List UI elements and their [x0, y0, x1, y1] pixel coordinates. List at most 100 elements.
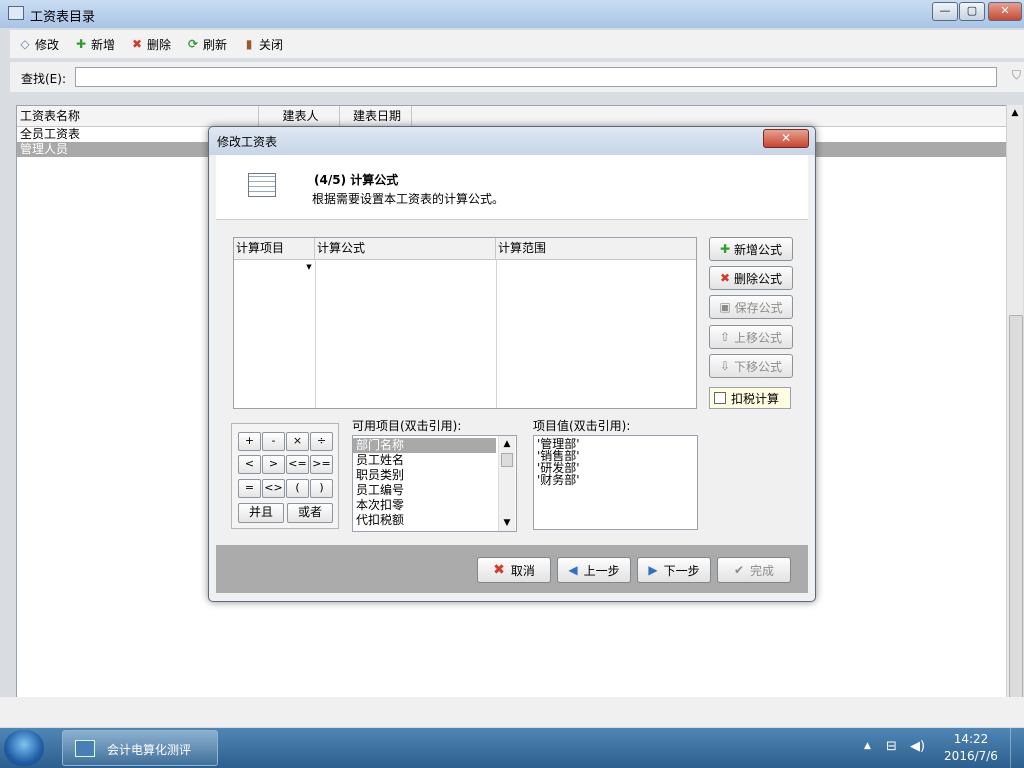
dropdown-arrow-icon[interactable]: ▼ [304, 261, 314, 273]
list-item[interactable]: 代扣税额 [353, 513, 496, 528]
cancel-icon: ✖ [493, 562, 505, 578]
checkbox-icon[interactable] [714, 392, 726, 404]
list-item[interactable]: 员工姓名 [353, 453, 496, 468]
column-header-date[interactable]: 建表日期 [340, 106, 412, 126]
delete-icon: ✖ [719, 271, 731, 285]
save-formula-label: 保存公式 [734, 300, 783, 315]
op-less-equal-button[interactable]: <= [286, 455, 309, 474]
dialog-close-button[interactable]: ✕ [763, 129, 809, 148]
cancel-button[interactable]: ✖ 取消 [477, 557, 551, 583]
taskbar: 会计电算化测评 ▲ ⊟ ◀) 14:22 2016/7/6 [0, 728, 1024, 768]
volume-icon[interactable]: ◀) [910, 739, 925, 754]
move-up-formula-button[interactable]: ⇧ 上移公式 [709, 325, 793, 349]
previous-step-button[interactable]: ◀ 上一步 [557, 557, 631, 583]
add-formula-label: 新增公式 [734, 242, 783, 257]
edit-salary-dialog: 修改工资表 ✕ (4/5) 计算公式 根据需要设置本工资表的计算公式。 计算项目… [208, 126, 816, 602]
refresh-label: 刷新 [203, 37, 228, 52]
arrow-down-icon: ⇩ [719, 359, 731, 373]
op-multiply-button[interactable]: × [286, 432, 309, 451]
op-equal-button[interactable]: = [238, 479, 261, 498]
vertical-scrollbar[interactable]: ▲ ▼ [1006, 105, 1023, 725]
available-items-list[interactable]: 部门名称 员工姓名 职员类别 员工编号 本次扣零 代扣税额 ▲ ▼ [352, 435, 517, 532]
close-button[interactable]: ▮ 关闭 [242, 35, 283, 53]
operator-pad: + - × ÷ < > <= >= = <> ( ) 并且 或者 [231, 423, 339, 529]
cancel-label: 取消 [510, 563, 535, 578]
column-header-formula[interactable]: 计算公式 [315, 238, 496, 259]
scroll-down-icon[interactable]: ▼ [499, 515, 515, 531]
op-close-paren-button[interactable]: ) [310, 479, 333, 498]
move-down-formula-button[interactable]: ⇩ 下移公式 [709, 354, 793, 378]
column-header-name[interactable]: 工资表名称 [17, 106, 259, 126]
formula-grid[interactable]: 计算项目 计算公式 计算范围 ▼ [233, 237, 697, 409]
op-less-button[interactable]: < [238, 455, 261, 474]
op-divide-button[interactable]: ÷ [310, 432, 333, 451]
delete-formula-button[interactable]: ✖ 删除公式 [709, 266, 793, 290]
op-greater-button[interactable]: > [262, 455, 285, 474]
clock-time[interactable]: 14:22 [944, 732, 998, 746]
tax-calc-label: 扣税计算 [731, 391, 780, 406]
start-button[interactable] [4, 730, 44, 766]
available-items-label: 可用项目(双击引用): [352, 419, 462, 433]
column-header-creator[interactable]: 建表人 [259, 106, 340, 126]
window-title: 工资表目录 [30, 10, 96, 25]
add-formula-button[interactable]: ✚ 新增公式 [709, 237, 793, 261]
edit-button[interactable]: ◇ 修改 [18, 35, 59, 53]
refresh-button[interactable]: ⟳ 刷新 [186, 35, 227, 53]
available-scrollbar[interactable]: ▲ ▼ [498, 436, 515, 531]
spreadsheet-edit-icon [248, 173, 276, 197]
toolbar: ◇ 修改 ✚ 新增 ✖ 删除 ⟳ 刷新 ▮ 关闭 [10, 30, 1024, 58]
monitor-icon [75, 740, 95, 757]
column-header-item[interactable]: 计算项目 [234, 238, 315, 259]
op-or-button[interactable]: 或者 [287, 503, 333, 523]
door-icon: ▮ [245, 37, 253, 51]
scroll-up-icon[interactable]: ▲ [1007, 105, 1023, 121]
column-header-range[interactable]: 计算范围 [496, 238, 696, 259]
filter-icon[interactable]: ⛉ [1012, 68, 1021, 83]
show-desktop-button[interactable] [1010, 728, 1024, 768]
arrow-left-icon: ◀ [568, 563, 578, 577]
list-item[interactable]: '财务部' [537, 474, 580, 486]
delete-button[interactable]: ✖ 删除 [130, 35, 171, 53]
maximize-button[interactable]: ▢ [959, 2, 985, 21]
search-input[interactable] [75, 67, 997, 87]
tax-calc-checkbox[interactable]: 扣税计算 [709, 387, 791, 409]
op-greater-equal-button[interactable]: >= [310, 455, 333, 474]
op-minus-button[interactable]: - [262, 432, 285, 451]
list-item-selected[interactable]: 部门名称 [353, 438, 496, 453]
scroll-thumb[interactable] [1009, 315, 1023, 707]
refresh-icon: ⟳ [187, 37, 199, 51]
app-icon [8, 6, 24, 20]
save-icon: ▣ [719, 300, 731, 314]
scroll-up-icon[interactable]: ▲ [499, 436, 515, 452]
previous-step-label: 上一步 [583, 563, 620, 578]
dialog-header: (4/5) 计算公式 根据需要设置本工资表的计算公式。 [216, 155, 808, 220]
list-item[interactable]: 本次扣零 [353, 498, 496, 513]
step-description: 根据需要设置本工资表的计算公式。 [312, 192, 505, 206]
list-item-name: 管理人员 [20, 142, 69, 156]
search-label: 查找(E): [21, 72, 66, 86]
formula-cell[interactable] [315, 259, 497, 408]
op-plus-button[interactable]: + [238, 432, 261, 451]
op-and-button[interactable]: 并且 [238, 503, 284, 523]
taskbar-app-item[interactable]: 会计电算化测评 [62, 730, 218, 766]
minimize-button[interactable]: — [932, 2, 958, 21]
edit-icon: ◇ [20, 37, 30, 51]
network-icon[interactable]: ⊟ [886, 739, 897, 754]
finish-button[interactable]: ✔ 完成 [717, 557, 791, 583]
tray-expand-icon[interactable]: ▲ [864, 741, 871, 751]
add-label: 新增 [91, 37, 116, 52]
next-step-button[interactable]: ▶ 下一步 [637, 557, 711, 583]
item-values-list[interactable]: '管理部' '销售部' '研发部' '财务部' [533, 435, 698, 530]
op-not-equal-button[interactable]: <> [262, 479, 285, 498]
clock-date[interactable]: 2016/7/6 [938, 749, 1004, 763]
add-button[interactable]: ✚ 新增 [74, 35, 115, 53]
op-open-paren-button[interactable]: ( [286, 479, 309, 498]
list-item[interactable]: 员工编号 [353, 483, 496, 498]
status-area [0, 697, 1024, 727]
save-formula-button[interactable]: ▣ 保存公式 [709, 295, 793, 319]
close-window-button[interactable]: ✕ [988, 2, 1022, 21]
scroll-thumb[interactable] [501, 453, 513, 467]
item-cell[interactable] [234, 259, 316, 408]
move-down-label: 下移公式 [734, 359, 783, 374]
list-item[interactable]: 职员类别 [353, 468, 496, 483]
